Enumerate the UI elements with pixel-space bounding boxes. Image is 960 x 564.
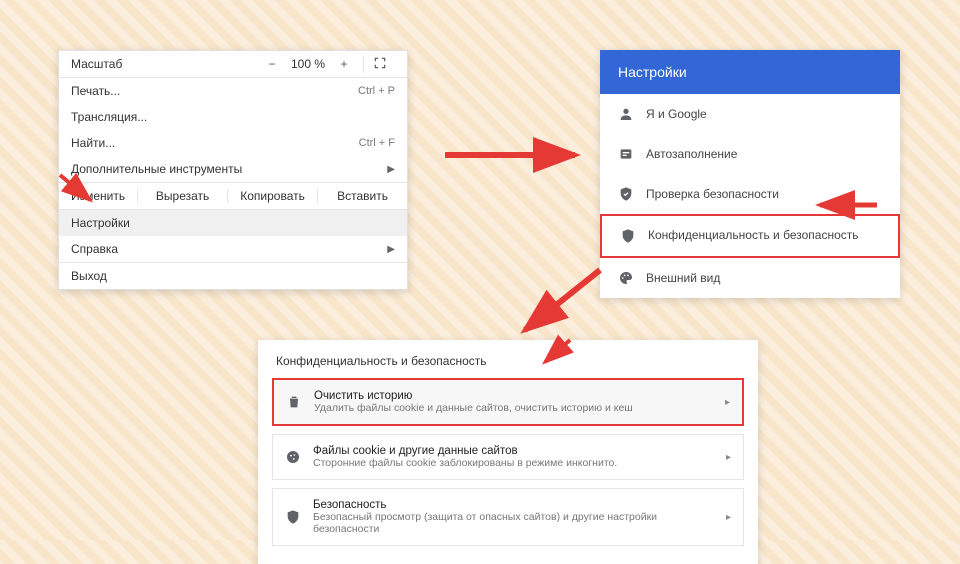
- settings-header: Настройки: [600, 50, 900, 94]
- menu-exit[interactable]: Выход: [59, 263, 407, 289]
- sidebar-item-autofill[interactable]: Автозаполнение: [600, 134, 900, 174]
- sidebar-item-you-and-google[interactable]: Я и Google: [600, 94, 900, 134]
- edit-label: Изменить: [59, 189, 138, 203]
- menu-cast[interactable]: Трансляция...: [59, 104, 407, 130]
- menu-find[interactable]: Найти... Ctrl + F: [59, 130, 407, 156]
- shield-check-icon: [618, 186, 634, 202]
- zoom-row: Масштаб − 100 % +: [59, 51, 407, 77]
- menu-print[interactable]: Печать... Ctrl + P: [59, 78, 407, 104]
- paste-button[interactable]: Вставить: [318, 189, 407, 203]
- zoom-out-button[interactable]: −: [259, 57, 285, 71]
- privacy-panel: Конфиденциальность и безопасность Очисти…: [258, 340, 758, 564]
- edit-row: Изменить Вырезать Копировать Вставить: [59, 183, 407, 209]
- sidebar-item-appearance[interactable]: Внешний вид: [600, 258, 900, 298]
- privacy-title: Конфиденциальность и безопасность: [258, 354, 758, 378]
- shield-icon: [620, 228, 636, 244]
- chrome-menu: Масштаб − 100 % + Печать... Ctrl + P Тра…: [58, 50, 408, 290]
- card-security[interactable]: Безопасность Безопасный просмотр (защита…: [272, 488, 744, 546]
- chevron-right-icon: ▶: [387, 164, 395, 175]
- card-clear-history[interactable]: Очистить историю Удалить файлы cookie и …: [272, 378, 744, 426]
- chevron-right-icon: ▸: [726, 452, 731, 463]
- card-cookies[interactable]: Файлы cookie и другие данные сайтов Стор…: [272, 434, 744, 480]
- sidebar-item-privacy[interactable]: Конфиденциальность и безопасность: [600, 214, 900, 258]
- shortcut: Ctrl + P: [358, 85, 395, 97]
- zoom-in-button[interactable]: +: [331, 57, 357, 71]
- menu-help[interactable]: Справка ▶: [59, 236, 407, 262]
- zoom-value: 100 %: [285, 57, 331, 71]
- cookie-icon: [285, 449, 301, 465]
- chevron-right-icon: ▸: [725, 397, 730, 408]
- shortcut: Ctrl + F: [359, 137, 395, 149]
- menu-settings[interactable]: Настройки: [59, 210, 407, 236]
- sidebar-item-safety-check[interactable]: Проверка безопасности: [600, 174, 900, 214]
- shield-icon: [285, 509, 301, 525]
- settings-sidebar: Настройки Я и Google Автозаполнение Пров…: [600, 50, 900, 298]
- trash-icon: [286, 394, 302, 410]
- person-icon: [618, 106, 634, 122]
- copy-button[interactable]: Копировать: [228, 189, 318, 203]
- cut-button[interactable]: Вырезать: [138, 189, 228, 203]
- autofill-icon: [618, 146, 634, 162]
- palette-icon: [618, 270, 634, 286]
- chevron-right-icon: ▸: [726, 512, 731, 523]
- menu-more-tools[interactable]: Дополнительные инструменты ▶: [59, 156, 407, 182]
- fullscreen-button[interactable]: [363, 56, 395, 73]
- chevron-right-icon: ▶: [387, 244, 395, 255]
- zoom-label: Масштаб: [71, 57, 259, 71]
